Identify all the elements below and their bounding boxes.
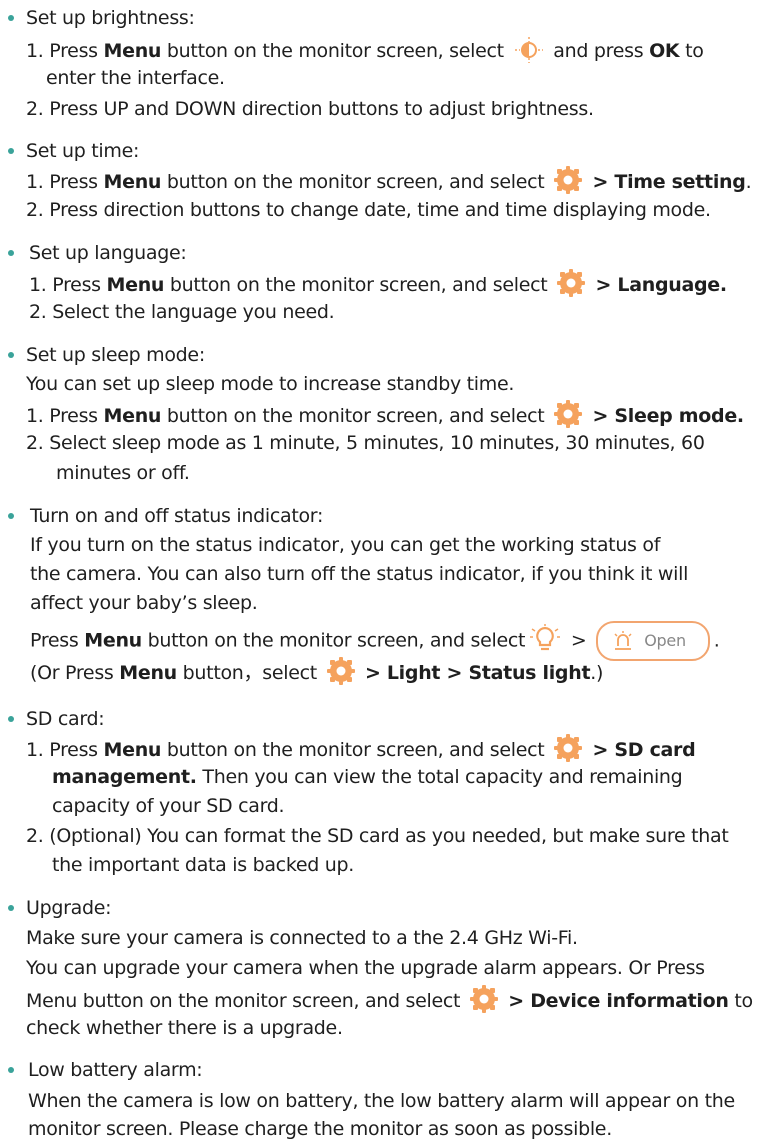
status-indicator-para-3: affect your baby’s sleep. (30, 592, 258, 614)
bullet-dot (8, 148, 14, 154)
brightness-step-1: 1. Press Menu button on the monitor scre… (26, 36, 704, 64)
status-light-open-toggle: Open (596, 621, 710, 661)
status-indicator-para-1: If you turn on the status indicator, you… (30, 534, 661, 556)
sleep-mode-intro: You can set up sleep mode to increase st… (26, 373, 515, 395)
language-step-1: 1. Press Menu button on the monitor scre… (29, 269, 727, 298)
gear-settings-icon (327, 657, 355, 685)
gear-settings-icon (554, 734, 582, 762)
section-heading-sd-card: SD card: (26, 708, 105, 730)
time-step-2: 2. Press direction buttons to change dat… (26, 199, 711, 221)
sleep-mode-step-2: 2. Select sleep mode as 1 minute, 5 minu… (26, 432, 705, 454)
sd-card-step-2-cont: the important data is backed up. (52, 854, 354, 876)
section-heading-sleep-mode: Set up sleep mode: (26, 344, 205, 366)
status-indicator-para-2: the camera. You can also turn off the st… (30, 563, 689, 585)
bullet-dot (8, 15, 14, 21)
status-indicator-alt-step: (Or Press Menu button，select > Light > S… (30, 657, 603, 686)
upgrade-para-3: Menu button on the monitor screen, and s… (26, 985, 753, 1014)
upgrade-para-1: Make sure your camera is connected to a … (26, 927, 578, 949)
brightness-step-2: 2. Press UP and DOWN direction buttons t… (26, 98, 594, 120)
sd-card-step-1-cont-2: capacity of your SD card. (52, 795, 285, 817)
sleep-mode-step-2-cont: minutes or off. (56, 462, 190, 484)
brightness-icon (514, 37, 543, 63)
low-battery-para-2: monitor screen. Please charge the monito… (28, 1118, 612, 1140)
sleep-mode-step-1: 1. Press Menu button on the monitor scre… (26, 400, 744, 429)
alarm-open-icon (614, 631, 632, 650)
upgrade-para-2: You can upgrade your camera when the upg… (26, 957, 705, 979)
gear-settings-icon (554, 400, 582, 428)
section-heading-time: Set up time: (26, 140, 140, 162)
sd-card-step-1-cont: management. Then you can view the total … (52, 766, 683, 788)
sd-card-step-1: 1. Press Menu button on the monitor scre… (26, 734, 696, 763)
bullet-dot (8, 1067, 14, 1073)
time-step-1: 1. Press Menu button on the monitor scre… (26, 166, 752, 195)
section-heading-language: Set up language: (29, 242, 187, 264)
gear-settings-icon (554, 166, 582, 194)
status-indicator-step: Press Menu button on the monitor screen,… (30, 621, 720, 661)
section-heading-brightness: Set up brightness: (26, 7, 195, 29)
sd-card-step-2: 2. (Optional) You can format the SD card… (26, 825, 729, 847)
gear-settings-icon (470, 985, 498, 1013)
low-battery-para-1: When the camera is low on battery, the l… (28, 1090, 735, 1112)
bullet-dot (8, 513, 14, 519)
bullet-dot (8, 250, 14, 256)
section-heading-low-battery: Low battery alarm: (28, 1059, 203, 1081)
language-step-2: 2. Select the language you need. (29, 301, 335, 323)
light-bulb-icon (530, 623, 561, 650)
section-heading-upgrade: Upgrade: (26, 897, 112, 919)
bullet-dot (8, 352, 14, 358)
gear-settings-icon (557, 269, 585, 297)
status-light-open-label: Open (644, 631, 686, 650)
section-heading-status-indicator: Turn on and off status indicator: (30, 505, 324, 527)
brightness-step-1-cont: enter the interface. (46, 67, 225, 89)
bullet-dot (8, 716, 14, 722)
upgrade-para-4: check whether there is a upgrade. (26, 1017, 343, 1039)
bullet-dot (8, 905, 14, 911)
